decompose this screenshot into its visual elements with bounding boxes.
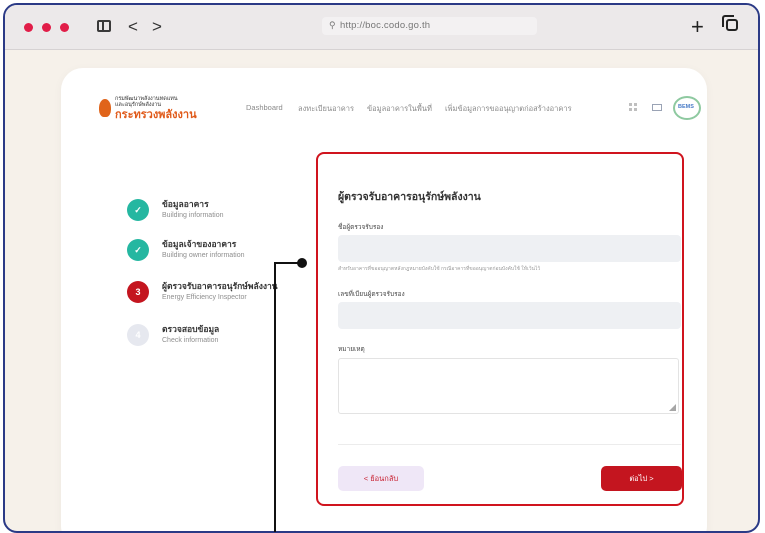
mail-icon[interactable]	[652, 104, 662, 111]
inspector-name-label: ชื่อผู้ตรวจรับรอง	[338, 224, 384, 231]
back-button[interactable]: <	[128, 18, 138, 35]
nav-add-permit[interactable]: เพิ่มข้อมูลการขออนุญาตก่อสร้างอาคาร	[445, 103, 572, 115]
address-text: http://boc.codo.go.th	[340, 20, 431, 31]
nav-area-buildings[interactable]: ข้อมูลอาคารในพื้นที่	[367, 103, 432, 115]
remarks-textarea[interactable]	[338, 358, 679, 414]
minimize-window-dot[interactable]	[42, 23, 51, 32]
form-title: ผู้ตรวจรับอาคารอนุรักษ์พลังงาน	[338, 191, 481, 203]
step-title: ข้อมูลเจ้าของอาคาร	[162, 239, 237, 249]
apps-grid-icon[interactable]	[629, 103, 638, 112]
tabs-overview-icon[interactable]	[722, 15, 738, 31]
step-number: 3	[127, 281, 149, 303]
step-subtitle: Energy Efficiency Inspector	[162, 294, 247, 301]
address-bar[interactable]: ⚲ http://boc.codo.go.th	[322, 17, 537, 35]
nav-register-building[interactable]: ลงทะเบียนอาคาร	[298, 103, 354, 115]
logo-line-3: กระทรวงพลังงาน	[115, 109, 197, 121]
resize-grip-icon[interactable]	[669, 404, 676, 411]
step-subtitle: Check information	[162, 337, 219, 344]
form-divider	[338, 444, 681, 445]
close-window-dot[interactable]	[24, 23, 33, 32]
step-title: ผู้ตรวจรับอาคารอนุรักษ์พลังงาน	[162, 281, 278, 291]
registration-number-input[interactable]	[338, 302, 681, 329]
toolbar-divider	[5, 49, 758, 50]
inspector-hint: สำหรับอาคารที่ขออนุญาตหลังกฎหมายบังคับใช…	[338, 266, 541, 272]
check-icon: ✓	[127, 199, 149, 221]
browser-window: < > ⚲ http://boc.codo.go.th + กรมพัฒนาพล…	[3, 3, 760, 533]
inspector-form: ผู้ตรวจรับอาคารอนุรักษ์พลังงาน ชื่อผู้ตร…	[316, 152, 684, 506]
check-icon: ✓	[127, 239, 149, 261]
step-subtitle: Building information	[162, 212, 224, 219]
logo-line-2: และอนุรักษ์พลังงาน	[115, 102, 162, 108]
registration-number-label: เลขที่เบียนผู้ตรวจรับรอง	[338, 291, 405, 298]
inspector-name-input[interactable]	[338, 235, 681, 262]
back-button[interactable]: < ย้อนกลับ	[338, 466, 424, 491]
badge-text: BEMS	[678, 104, 694, 110]
ministry-logo-icon	[99, 99, 111, 117]
step-title: ข้อมูลอาคาร	[162, 199, 209, 209]
sidebar-toggle-icon[interactable]	[97, 20, 111, 32]
callout-line	[274, 262, 276, 532]
nav-dashboard[interactable]: Dashboard	[246, 103, 283, 112]
new-tab-button[interactable]: +	[691, 16, 704, 38]
bems-badge-icon[interactable]: BEMS	[673, 96, 701, 120]
remarks-label: หมายเหตุ	[338, 346, 365, 353]
step-number: 4	[127, 324, 149, 346]
forward-button[interactable]: >	[152, 18, 162, 35]
callout-dot	[297, 258, 307, 268]
step-title: ตรวจสอบข้อมูล	[162, 324, 220, 334]
app-card: กรมพัฒนาพลังงานทดแทน และอนุรักษ์พลังงาน …	[61, 68, 707, 531]
maximize-window-dot[interactable]	[60, 23, 69, 32]
browser-toolbar: < > ⚲ http://boc.codo.go.th +	[5, 5, 758, 49]
step-subtitle: Building owner information	[162, 252, 245, 259]
next-button[interactable]: ต่อไป >	[601, 466, 682, 491]
search-icon: ⚲	[329, 20, 336, 30]
